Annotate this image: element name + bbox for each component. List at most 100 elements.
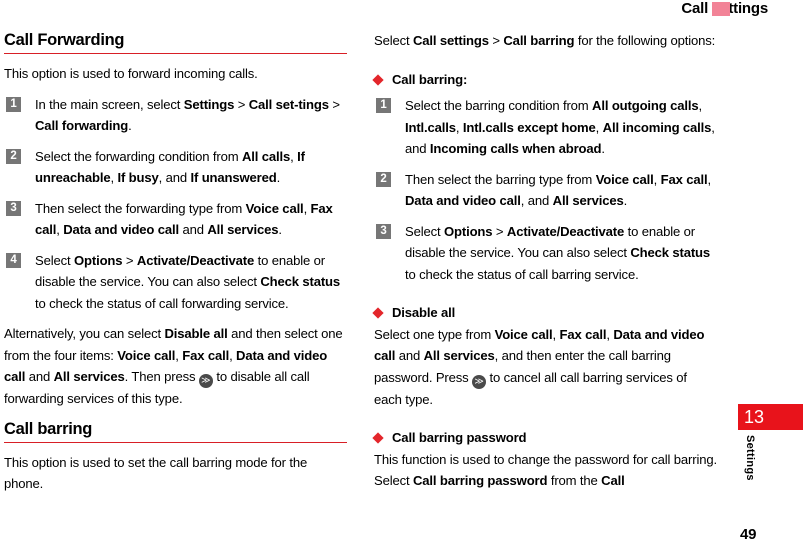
step-text: In the main screen, select Settings > Ca…	[35, 97, 340, 134]
step-number-badge: 3	[376, 223, 391, 239]
step-text: Select the barring condition from All ou…	[405, 98, 715, 156]
plain-text: >	[492, 223, 507, 239]
emphasis-text: Incoming calls when abroad	[429, 141, 602, 156]
emphasis-text: Voice call	[117, 347, 176, 363]
plain-text: ,	[595, 119, 603, 135]
plain-text: , and	[158, 170, 191, 185]
running-header: Call settings	[0, 0, 803, 22]
step-item: 3 Then select the forwarding type from V…	[4, 198, 347, 241]
subsection-title: Call barring password	[392, 430, 527, 445]
plain-text: Select the forwarding condition from	[35, 148, 242, 164]
step-item: 1 Select the barring condition from All …	[374, 95, 717, 160]
plain-text: Select one type from	[374, 326, 495, 342]
emphasis-text: All services	[423, 348, 495, 363]
plain-text: ,	[303, 200, 311, 216]
chapter-number: 13	[744, 407, 765, 427]
intro-paragraph: This option is used to forward incoming …	[4, 66, 258, 81]
plain-text: Select the barring condition from	[405, 98, 593, 113]
step-number-badge: 1	[6, 96, 21, 112]
emphasis-text: All services	[207, 222, 279, 237]
diamond-bullet-icon	[372, 432, 384, 444]
emphasis-text: Call forwarding	[35, 118, 129, 133]
plain-text: ,	[653, 171, 661, 187]
emphasis-text: All incoming calls	[602, 119, 712, 135]
disable-all-body: Select one type from Voice call, Fax cal…	[374, 324, 717, 411]
subsection-call-barring: Call barring:	[372, 69, 717, 91]
emphasis-text: Options	[73, 252, 123, 268]
emphasis-text: Activate/Deactivate	[136, 252, 255, 268]
step-text: Select Options > Activate/Deactivate to …	[35, 253, 340, 311]
plain-text: .	[601, 141, 605, 156]
plain-text: >	[488, 33, 504, 48]
left-text-column: Call Forwarding This option is used to f…	[4, 30, 347, 504]
header-color-mark	[712, 2, 730, 16]
step-item: 2 Then select the barring type from Voic…	[374, 169, 717, 212]
plain-text: >	[122, 252, 137, 268]
emphasis-text: If busy	[117, 170, 159, 185]
step-number-badge: 2	[376, 171, 391, 187]
diamond-bullet-icon	[372, 73, 384, 86]
emphasis-text: Check status	[260, 274, 341, 289]
step-text: Then select the barring type from Voice …	[405, 172, 711, 209]
emphasis-text: All services	[552, 193, 624, 208]
emphasis-text: Voice call	[595, 171, 654, 187]
emphasis-text: Call barring	[503, 33, 575, 48]
right-text-column: Select Call settings > Call barring for …	[372, 30, 717, 492]
emphasis-text: If unanswered	[190, 170, 277, 185]
emphasis-text: All services	[53, 369, 125, 384]
plain-text: Select	[405, 223, 444, 239]
emphasis-text: Voice call	[494, 326, 553, 342]
step-item: 1 In the main screen, select Settings > …	[4, 94, 347, 137]
emphasis-text: Intl.calls	[405, 119, 456, 135]
subsection-title: Disable all	[392, 305, 456, 320]
alternatively-paragraph: Alternatively, you can select Disable al…	[4, 323, 347, 410]
plain-text: and	[25, 369, 54, 384]
emphasis-text: Call barring password	[412, 473, 548, 488]
plain-text: from the	[547, 473, 602, 488]
subsection-disable-all: Disable all	[372, 302, 717, 324]
step-item: 3 Select Options > Activate/Deactivate t…	[374, 221, 717, 286]
plain-text: Alternatively, you can select	[4, 326, 165, 341]
heading-rule	[4, 441, 347, 443]
plain-text: .	[276, 170, 281, 185]
plain-text: . Then press	[124, 369, 199, 384]
emphasis-text: Fax call	[660, 171, 708, 187]
subsection-call-barring-password: Call barring password	[372, 427, 717, 449]
step-item: 4 Select Options > Activate/Deactivate t…	[4, 250, 347, 315]
plain-text: Then select the forwarding type from	[35, 200, 246, 216]
plain-text: and	[395, 348, 424, 363]
emphasis-text: Settings	[183, 96, 235, 112]
subsection-title: Call barring:	[392, 71, 468, 87]
emphasis-text: Fax call	[559, 326, 607, 342]
plain-text: >	[234, 96, 249, 112]
step-text: Then select the forwarding type from Voi…	[35, 201, 333, 238]
call-barring-password-body: This function is used to change the pass…	[374, 449, 717, 492]
step-number-badge: 1	[376, 98, 391, 113]
end-key-icon: ≫	[198, 374, 213, 388]
plain-text: .	[623, 193, 628, 208]
section-heading-call-barring: Call barring	[4, 419, 93, 438]
end-key-icon: ≫	[472, 374, 487, 389]
emphasis-text: Data and video call	[63, 222, 179, 237]
emphasis-text: Call	[601, 473, 625, 488]
plain-text: Select	[374, 33, 413, 48]
plain-text: >	[328, 96, 340, 112]
step-text: Select Options > Activate/Deactivate to …	[405, 224, 710, 282]
step-number-badge: 2	[6, 148, 21, 164]
emphasis-text: Voice call	[245, 200, 304, 216]
chapter-tab: 13	[738, 404, 803, 430]
barring-path-paragraph: Select Call settings > Call barring for …	[374, 30, 717, 52]
emphasis-text: Call settings	[412, 33, 489, 48]
plain-text: ,	[229, 347, 237, 363]
emphasis-text: Disable all	[164, 326, 228, 341]
plain-text: ,	[455, 119, 463, 135]
plain-text: Select	[35, 252, 74, 268]
heading-rule	[4, 53, 347, 54]
emphasis-text: Options	[443, 223, 493, 239]
emphasis-text: All calls	[241, 148, 291, 164]
chapter-label: Settings	[744, 435, 756, 481]
plain-text: to check the status of call forwarding s…	[35, 295, 289, 311]
step-item: 2 Select the forwarding condition from A…	[4, 146, 347, 189]
plain-text: ,	[552, 326, 560, 342]
